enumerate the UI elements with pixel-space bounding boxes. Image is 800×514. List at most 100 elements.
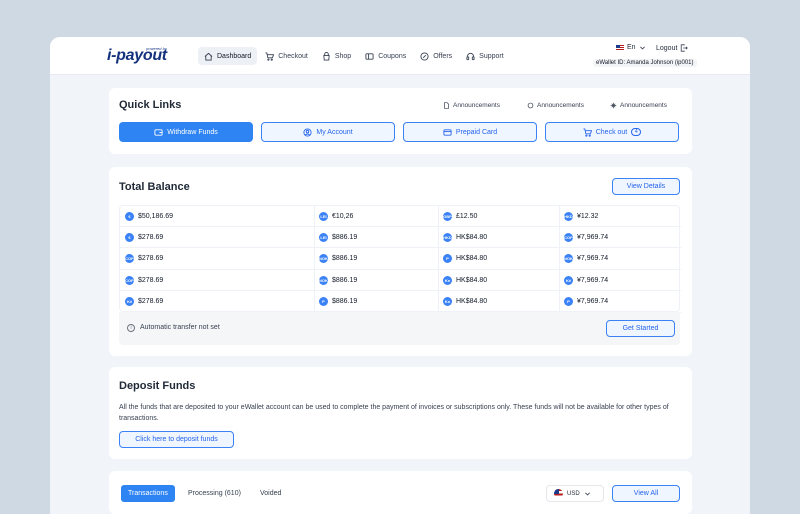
balance-amount: $278.69 bbox=[138, 276, 164, 284]
currency-icon: P bbox=[319, 297, 328, 307]
button-label: Withdraw Funds bbox=[167, 128, 218, 136]
currency-label: USD bbox=[567, 490, 580, 497]
currency-icon: LEI bbox=[319, 232, 328, 242]
balance-cell: LEI €10,26 bbox=[314, 206, 438, 227]
balance-cell: P $886.19 bbox=[314, 292, 438, 313]
balance-cell: € $278.69 bbox=[120, 227, 314, 249]
balance-grid: € $50,186.69 LEI €10,26 GBP £12.50 HKD ¥12.32 € $… bbox=[119, 205, 681, 313]
balance-cell: P HK$84.80 bbox=[438, 249, 559, 270]
wallet-icon bbox=[154, 128, 163, 136]
currency-selector[interactable]: USD bbox=[546, 485, 604, 502]
balance-amount: $278.69 bbox=[138, 298, 164, 306]
button-label: My Account bbox=[316, 128, 353, 136]
language-selector[interactable]: En bbox=[616, 44, 646, 51]
balance-amount: ¥12.32 bbox=[577, 212, 599, 220]
nav-coupons[interactable]: Coupons bbox=[359, 47, 412, 65]
nav-label: Dashboard bbox=[217, 52, 252, 60]
prepaid-card-button[interactable]: Prepaid Card bbox=[403, 122, 537, 142]
balance-cell: COP $278.69 bbox=[120, 270, 314, 292]
tab-voided[interactable]: Voided bbox=[253, 485, 288, 502]
balance-amount: $278.69 bbox=[138, 255, 164, 263]
tab-transactions[interactable]: Transactions bbox=[121, 485, 175, 502]
nav-label: Support bbox=[479, 52, 504, 60]
announcement-label: Announcements bbox=[453, 102, 500, 109]
logout-button[interactable]: Logout bbox=[656, 44, 689, 52]
deposit-funds-button[interactable]: Click here to deposit funds bbox=[119, 431, 234, 448]
balance-amount: HK$84.80 bbox=[456, 255, 488, 263]
currency-icon: Kč bbox=[125, 297, 134, 307]
balance-amount: HK$84.80 bbox=[456, 276, 488, 284]
cart-icon bbox=[265, 51, 275, 61]
info-icon: i bbox=[127, 324, 135, 332]
ewallet-id-label: eWallet ID: Amanda Johnson (ip001) bbox=[593, 59, 697, 67]
nav-checkout[interactable]: Checkout bbox=[259, 47, 314, 65]
auto-transfer-bar: i Automatic transfer not set Get Started bbox=[119, 312, 680, 345]
chevron-down-icon bbox=[584, 492, 590, 496]
currency-icon: HKD bbox=[443, 232, 452, 242]
withdraw-funds-button[interactable]: Withdraw Funds bbox=[119, 122, 253, 142]
balance-amount: $886.19 bbox=[332, 276, 358, 284]
logout-icon bbox=[681, 44, 689, 52]
get-started-button[interactable]: Get Started bbox=[606, 320, 675, 337]
us-flag-icon bbox=[616, 45, 624, 50]
nav-label: Shop bbox=[334, 52, 352, 60]
balance-cell: HKD HK$84.80 bbox=[438, 227, 559, 249]
check-out-button[interactable]: Check out 4 bbox=[545, 122, 679, 142]
shop-icon bbox=[323, 51, 330, 61]
card-icon bbox=[443, 128, 452, 136]
nav-dashboard[interactable]: Dashboard bbox=[198, 47, 258, 65]
currency-icon: GBP bbox=[443, 211, 452, 221]
balance-amount: £12.50 bbox=[456, 212, 478, 220]
balance-amount: $886.19 bbox=[332, 255, 358, 263]
balance-cell: P ¥7,969.74 bbox=[559, 292, 681, 313]
home-icon bbox=[204, 52, 213, 61]
balance-amount: $278.69 bbox=[138, 233, 164, 241]
announcement-label: Announcements bbox=[620, 102, 667, 109]
quick-links-card: Quick Links Announcements Announcements … bbox=[109, 88, 692, 154]
balance-cell: HKD ¥12.32 bbox=[559, 206, 681, 227]
transactions-card: Transactions Processing (610) Voided USD… bbox=[109, 471, 692, 514]
balance-cell: COP $278.69 bbox=[120, 249, 314, 270]
my-account-button[interactable]: My Account bbox=[261, 122, 395, 142]
offers-icon bbox=[420, 51, 429, 61]
logout-label: Logout bbox=[656, 44, 678, 52]
nav-offers[interactable]: Offers bbox=[414, 47, 458, 65]
balance-cell: Kn HK$84.80 bbox=[438, 270, 559, 292]
balance-cell: Kč ¥7,969.74 bbox=[559, 270, 681, 292]
announcement-link[interactable]: Announcements bbox=[443, 102, 500, 109]
currency-icon: COP bbox=[125, 254, 134, 264]
total-balance-card: Total Balance View Details € $50,186.69 LE… bbox=[109, 167, 692, 356]
balance-cell: LEI $886.19 bbox=[314, 227, 438, 249]
balance-amount: $886.19 bbox=[332, 233, 358, 241]
coupon-icon bbox=[365, 52, 374, 60]
balance-amount: HK$84.80 bbox=[456, 233, 488, 241]
currency-icon: COP bbox=[564, 232, 573, 242]
announcement-link[interactable]: Announcements bbox=[610, 102, 667, 109]
nav-shop[interactable]: Shop bbox=[316, 47, 357, 65]
nav-label: Checkout bbox=[278, 52, 308, 60]
balance-cell: COP ¥7,969.74 bbox=[559, 227, 681, 249]
language-label: En bbox=[627, 44, 636, 51]
balance-amount: $50,186.69 bbox=[138, 212, 174, 220]
ipayout-logo[interactable]: powered by i-payout bbox=[107, 46, 167, 65]
currency-icon: Kč bbox=[564, 275, 573, 285]
deposit-funds-title: Deposit Funds bbox=[119, 380, 196, 392]
nav-support[interactable]: Support bbox=[460, 47, 510, 65]
currency-icon: NOK bbox=[319, 275, 328, 285]
nav-label: Coupons bbox=[378, 52, 407, 60]
announcement-link[interactable]: Announcements bbox=[527, 102, 584, 109]
user-circle-icon bbox=[303, 127, 312, 137]
cart-count-badge: 4 bbox=[631, 128, 642, 136]
currency-icon: € bbox=[125, 211, 134, 221]
balance-amount: ¥7,969.74 bbox=[577, 233, 609, 241]
chevron-down-icon bbox=[639, 46, 645, 50]
balance-amount: €10,26 bbox=[332, 212, 354, 220]
cart-icon bbox=[583, 127, 592, 137]
tab-processing[interactable]: Processing (610) bbox=[181, 485, 248, 502]
view-details-button[interactable]: View Details bbox=[612, 178, 680, 195]
balance-amount: $886.19 bbox=[332, 298, 358, 306]
currency-icon: Kn bbox=[443, 297, 452, 307]
currency-icon: NOK bbox=[564, 254, 573, 264]
balance-cell: NOK $886.19 bbox=[314, 249, 438, 270]
view-all-button[interactable]: View All bbox=[612, 485, 680, 502]
